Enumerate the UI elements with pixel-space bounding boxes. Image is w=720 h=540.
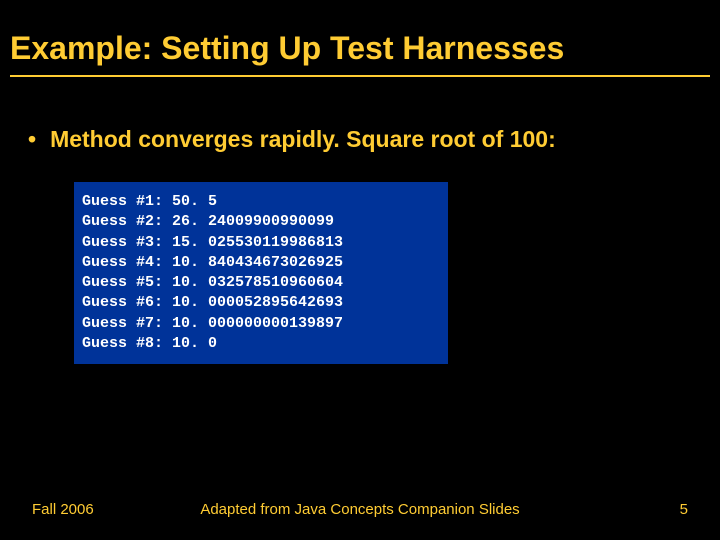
slide-number: 5 [680,501,688,518]
bullet-item: • Method converges rapidly. Square root … [28,126,700,154]
bullet-dot-icon: • [28,126,36,154]
slide-title: Example: Setting Up Test Harnesses [10,30,710,77]
code-output-box: Guess #1: 50. 5 Guess #2: 26. 2400990099… [72,180,450,366]
slide: Example: Setting Up Test Harnesses • Met… [0,0,720,540]
bullet-text: Method converges rapidly. Square root of… [50,126,556,153]
footer-center: Adapted from Java Concepts Companion Sli… [0,501,720,518]
